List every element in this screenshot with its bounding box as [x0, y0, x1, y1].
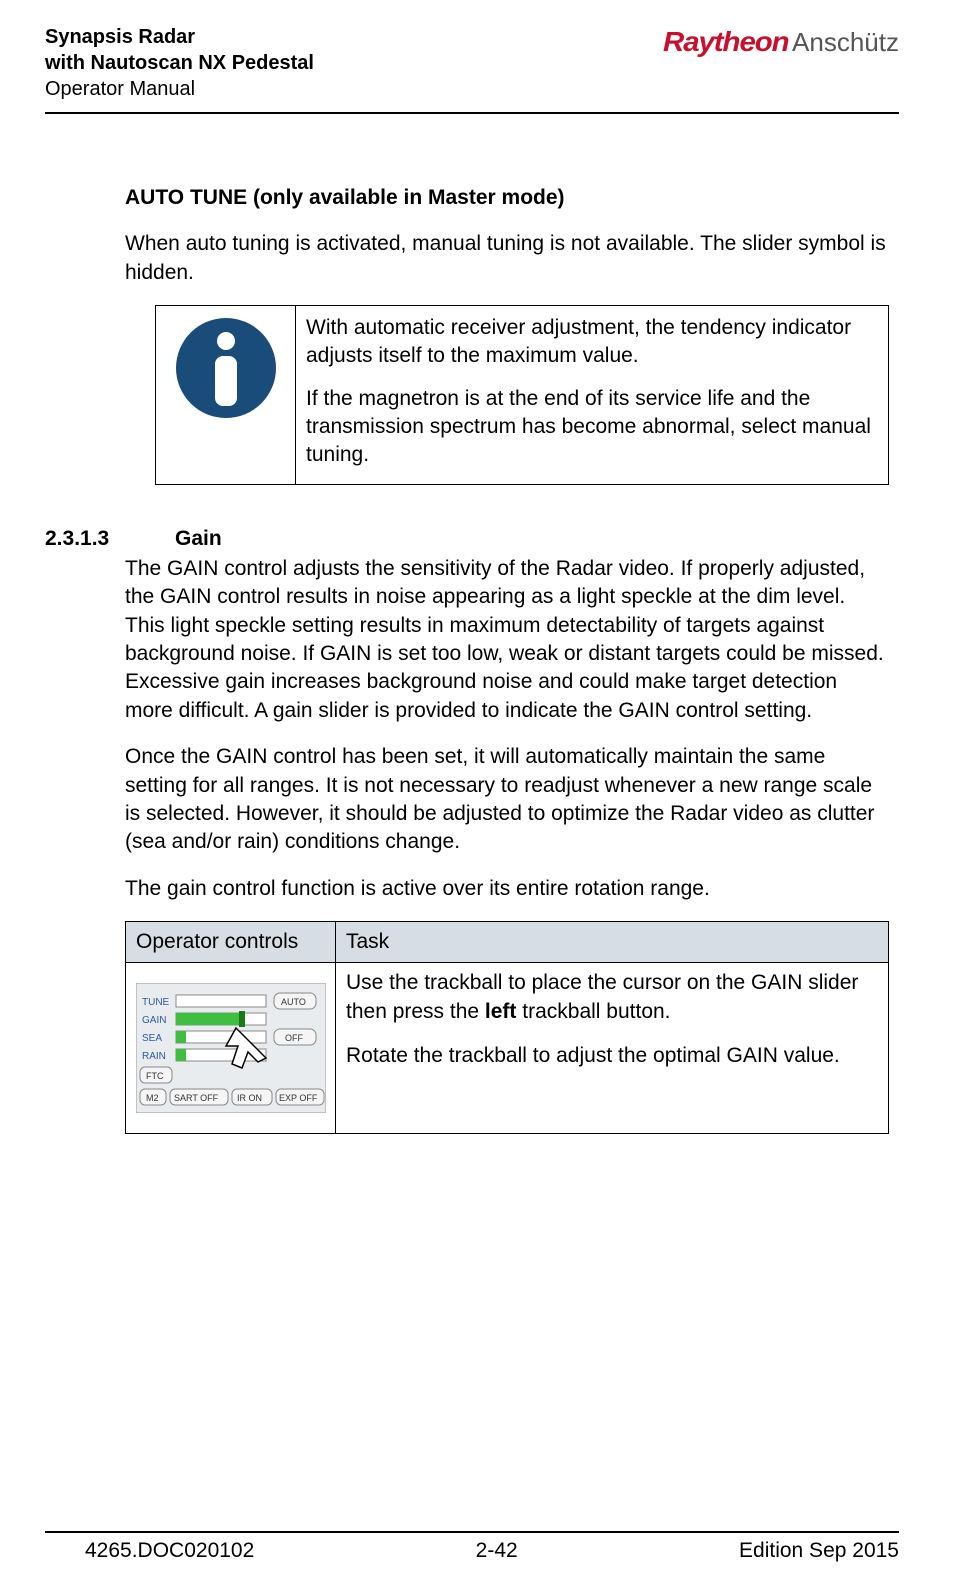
info-note-p2: If the magnetron is at the end of its se… — [306, 385, 876, 470]
info-note-p1: With automatic receiver adjustment, the … — [306, 314, 876, 371]
auto-tune-heading: AUTO TUNE (only available in Master mode… — [125, 184, 889, 212]
page-footer: 4265.DOC020102 2-42 Edition Sep 2015 — [45, 1531, 899, 1563]
brand-block: Raytheon Anschütz — [666, 24, 899, 58]
panel-btn-exp: EXP OFF — [279, 1093, 318, 1103]
task-cell: Use the trackball to place the cursor on… — [336, 963, 889, 1134]
panel-btn-ir: IR ON — [237, 1093, 262, 1103]
title-line-2: with Nautoscan NX Pedestal — [45, 50, 314, 76]
table-header-task: Task — [336, 921, 889, 962]
section-title: Gain — [175, 525, 222, 553]
panel-btn-off: OFF — [285, 1033, 303, 1043]
panel-btn-auto: AUTO — [281, 997, 306, 1007]
panel-label-gain: GAIN — [142, 1015, 166, 1026]
mandatory-action-icon — [176, 318, 276, 418]
doc-title-block: Synapsis Radar with Nautoscan NX Pedesta… — [45, 24, 314, 102]
panel-btn-ftc: FTC — [146, 1071, 164, 1081]
footer-page-number: 2-42 — [476, 1539, 518, 1563]
panel-btn-m2: M2 — [146, 1093, 159, 1103]
gain-p1: The GAIN control adjusts the sensitivity… — [125, 555, 889, 725]
panel-btn-sart: SART OFF — [174, 1093, 219, 1103]
raytheon-logo: Raytheon — [666, 26, 786, 58]
auto-tune-paragraph: When auto tuning is activated, manual tu… — [125, 230, 889, 287]
table-header-controls: Operator controls — [126, 921, 336, 962]
panel-label-tune: TUNE — [142, 997, 170, 1008]
main-content: AUTO TUNE (only available in Master mode… — [45, 114, 899, 1134]
section-number: 2.3.1.3 — [45, 525, 175, 553]
page-header: Synapsis Radar with Nautoscan NX Pedesta… — [45, 24, 899, 112]
gain-p3: The gain control function is active over… — [125, 875, 889, 903]
anschutz-logo: Anschütz — [792, 27, 899, 58]
task-p2: Rotate the trackball to adjust the optim… — [346, 1042, 878, 1070]
title-line-1: Synapsis Radar — [45, 24, 314, 50]
panel-label-sea: SEA — [142, 1033, 162, 1044]
controls-panel-cell: TUNE AUTO GAIN SEA OFF RAIN — [126, 963, 336, 1134]
footer-rule — [45, 1531, 899, 1533]
info-icon-cell — [156, 306, 296, 484]
gain-panel-screenshot: TUNE AUTO GAIN SEA OFF RAIN — [136, 983, 326, 1113]
footer-edition: Edition Sep 2015 — [739, 1539, 899, 1563]
footer-doc-number: 4265.DOC020102 — [85, 1539, 254, 1563]
info-text-cell: With automatic receiver adjustment, the … — [296, 306, 888, 484]
gain-p2: Once the GAIN control has been set, it w… — [125, 743, 889, 856]
task-p1: Use the trackball to place the cursor on… — [346, 969, 878, 1026]
panel-label-rain: RAIN — [142, 1051, 166, 1062]
title-line-3: Operator Manual — [45, 76, 314, 102]
operator-controls-table: Operator controls Task TUNE AUTO GAIN — [125, 921, 889, 1134]
info-note-box: With automatic receiver adjustment, the … — [155, 305, 889, 485]
table-row: TUNE AUTO GAIN SEA OFF RAIN — [126, 963, 889, 1134]
section-heading-row: 2.3.1.3 Gain — [45, 525, 889, 553]
